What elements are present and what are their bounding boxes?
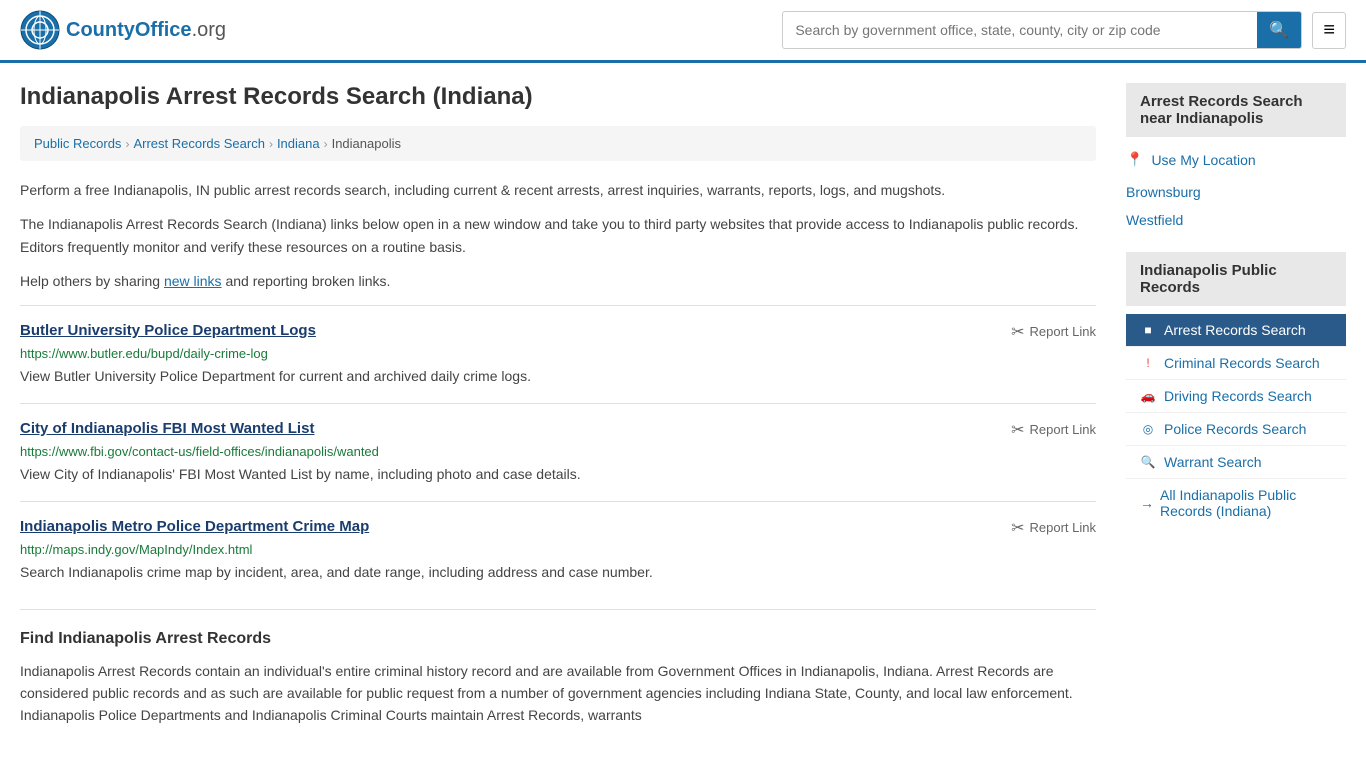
report-icon-2: ✂ <box>1011 420 1024 440</box>
sidebar-nav-police-records[interactable]: ◎ Police Records Search <box>1126 413 1346 446</box>
logo-icon <box>20 10 60 50</box>
find-section-title: Find Indianapolis Arrest Records <box>20 630 1096 648</box>
sidebar-nearby-section: Arrest Records Search near Indianapolis … <box>1126 83 1346 232</box>
description-para1: Perform a free Indianapolis, IN public a… <box>20 179 1096 201</box>
sidebar-link-westfield[interactable]: Westfield <box>1126 208 1346 232</box>
content-area: Indianapolis Arrest Records Search (Indi… <box>20 83 1096 727</box>
arrest-records-icon: ■ <box>1140 323 1156 337</box>
use-my-location-btn[interactable]: 📍 Use My Location <box>1126 147 1346 172</box>
report-icon-3: ✂ <box>1011 518 1024 538</box>
record-desc-3: Search Indianapolis crime map by inciden… <box>20 562 1096 583</box>
sidebar-public-records-section: Indianapolis Public Records ■ Arrest Rec… <box>1126 252 1346 527</box>
report-link-btn-2[interactable]: ✂ Report Link <box>1011 420 1096 440</box>
record-title-3[interactable]: Indianapolis Metro Police Department Cri… <box>20 518 369 535</box>
breadcrumb-indiana[interactable]: Indiana <box>277 136 320 151</box>
header: CountyOffice.org 🔍 ≡ <box>0 0 1366 63</box>
record-url-3: http://maps.indy.gov/MapIndy/Index.html <box>20 542 1096 557</box>
breadcrumb-sep-1: › <box>125 137 129 151</box>
report-link-btn-3[interactable]: ✂ Report Link <box>1011 518 1096 538</box>
record-url-1: https://www.butler.edu/bupd/daily-crime-… <box>20 346 1096 361</box>
breadcrumb-arrest-records[interactable]: Arrest Records Search <box>133 136 265 151</box>
sidebar-nav-warrant-search[interactable]: 🔍 Warrant Search <box>1126 446 1346 479</box>
driving-records-icon: 🚗 <box>1140 389 1156 403</box>
page-title: Indianapolis Arrest Records Search (Indi… <box>20 83 1096 111</box>
sidebar-nav-arrest-records[interactable]: ■ Arrest Records Search <box>1126 314 1346 347</box>
search-bar: 🔍 <box>782 11 1302 49</box>
find-section: Find Indianapolis Arrest Records Indiana… <box>20 609 1096 727</box>
sidebar-link-brownsburg[interactable]: Brownsburg <box>1126 180 1346 204</box>
criminal-records-icon: ! <box>1140 356 1156 370</box>
main-container: Indianapolis Arrest Records Search (Indi… <box>0 63 1366 747</box>
record-desc-1: View Butler University Police Department… <box>20 366 1096 387</box>
police-records-label: Police Records Search <box>1164 421 1306 437</box>
sidebar-nav-driving-records[interactable]: 🚗 Driving Records Search <box>1126 380 1346 413</box>
breadcrumb-sep-2: › <box>269 137 273 151</box>
driving-records-label: Driving Records Search <box>1164 388 1312 404</box>
warrant-search-icon: 🔍 <box>1140 455 1156 469</box>
breadcrumb-public-records[interactable]: Public Records <box>34 136 121 151</box>
description-para3: Help others by sharing new links and rep… <box>20 270 1096 292</box>
record-title-1[interactable]: Butler University Police Department Logs <box>20 322 316 339</box>
all-records-label: All Indianapolis Public Records (Indiana… <box>1160 487 1332 519</box>
sidebar-nearby-header: Arrest Records Search near Indianapolis <box>1126 83 1346 137</box>
breadcrumb-indianapolis: Indianapolis <box>332 136 401 151</box>
warrant-search-label: Warrant Search <box>1164 454 1262 470</box>
police-records-icon: ◎ <box>1140 422 1156 436</box>
logo-text: CountyOffice.org <box>66 19 226 42</box>
record-title-2[interactable]: City of Indianapolis FBI Most Wanted Lis… <box>20 420 314 437</box>
report-link-btn-1[interactable]: ✂ Report Link <box>1011 322 1096 342</box>
sidebar-nav-criminal-records[interactable]: ! Criminal Records Search <box>1126 347 1346 380</box>
description-para2: The Indianapolis Arrest Records Search (… <box>20 213 1096 258</box>
sidebar-public-records-header: Indianapolis Public Records <box>1126 252 1346 306</box>
all-records-link[interactable]: → All Indianapolis Public Records (India… <box>1126 479 1346 527</box>
location-icon: 📍 <box>1126 151 1143 168</box>
record-entry-2: City of Indianapolis FBI Most Wanted Lis… <box>20 403 1096 501</box>
sidebar: Arrest Records Search near Indianapolis … <box>1126 83 1346 727</box>
search-button[interactable]: 🔍 <box>1257 12 1301 48</box>
record-entry-3: Indianapolis Metro Police Department Cri… <box>20 501 1096 599</box>
hamburger-menu-button[interactable]: ≡ <box>1312 12 1346 49</box>
report-icon-1: ✂ <box>1011 322 1024 342</box>
logo-area: CountyOffice.org <box>20 10 226 50</box>
breadcrumb: Public Records › Arrest Records Search ›… <box>20 126 1096 161</box>
new-links-link[interactable]: new links <box>164 273 222 289</box>
header-right: 🔍 ≡ <box>782 11 1346 49</box>
criminal-records-label: Criminal Records Search <box>1164 355 1320 371</box>
all-records-arrow-icon: → <box>1140 495 1154 511</box>
record-desc-2: View City of Indianapolis' FBI Most Want… <box>20 464 1096 485</box>
record-entry-1: Butler University Police Department Logs… <box>20 305 1096 403</box>
breadcrumb-sep-3: › <box>324 137 328 151</box>
arrest-records-label: Arrest Records Search <box>1164 322 1306 338</box>
search-input[interactable] <box>783 14 1257 46</box>
record-url-2: https://www.fbi.gov/contact-us/field-off… <box>20 444 1096 459</box>
find-section-text: Indianapolis Arrest Records contain an i… <box>20 660 1096 727</box>
